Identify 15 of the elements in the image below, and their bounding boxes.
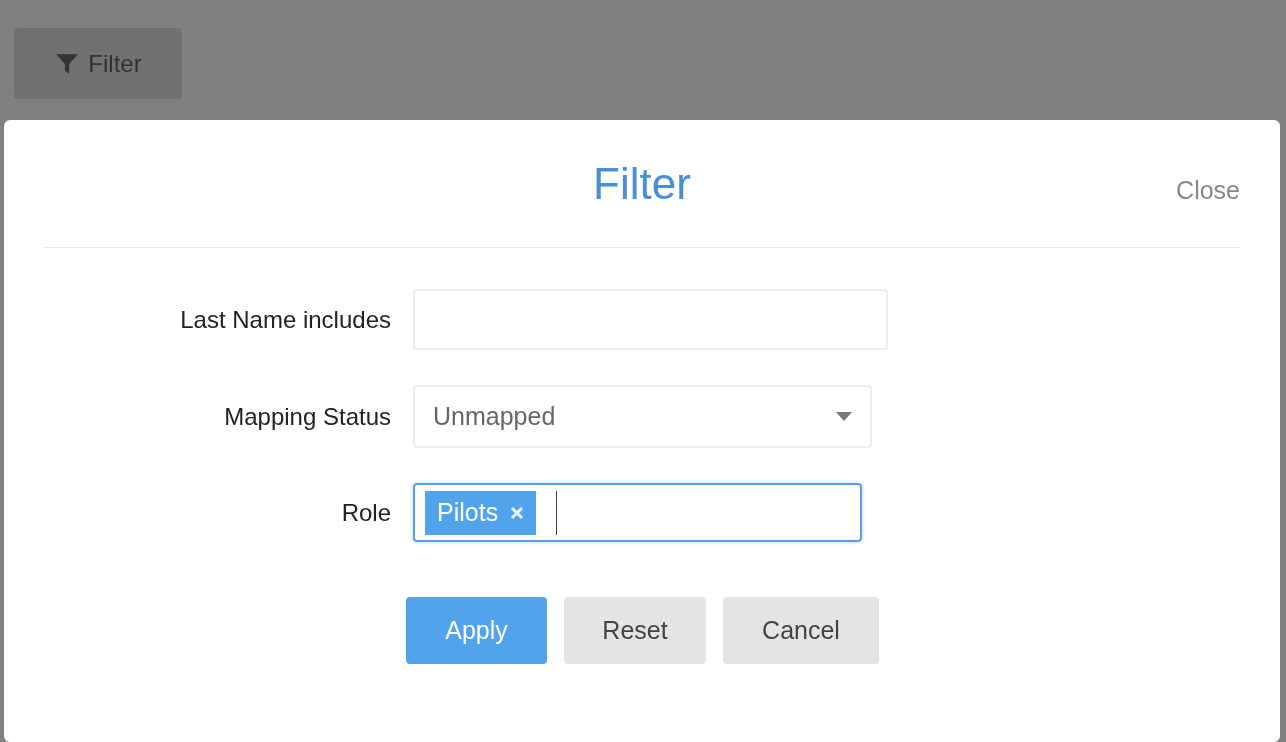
filter-button[interactable]: Filter (14, 28, 182, 99)
remove-icon[interactable] (510, 505, 525, 520)
field-label: Last Name includes (180, 305, 391, 333)
status-dropdown[interactable]: Unmapped (413, 385, 872, 448)
caret-icon (836, 412, 852, 421)
role-input[interactable]: Pilots (413, 483, 862, 542)
apply-button[interactable]: Apply (406, 597, 547, 664)
dialog-title: Filter (593, 157, 691, 210)
field-label: Mapping Status (224, 402, 391, 430)
text-cursor (556, 490, 558, 535)
field-label: Role (341, 498, 391, 526)
dialog-button[interactable]: Reset (564, 597, 706, 664)
tag-chip: Pilots (425, 490, 537, 535)
dialog-button[interactable]: Cancel (723, 597, 879, 664)
close-button[interactable]: Close (1176, 172, 1240, 210)
